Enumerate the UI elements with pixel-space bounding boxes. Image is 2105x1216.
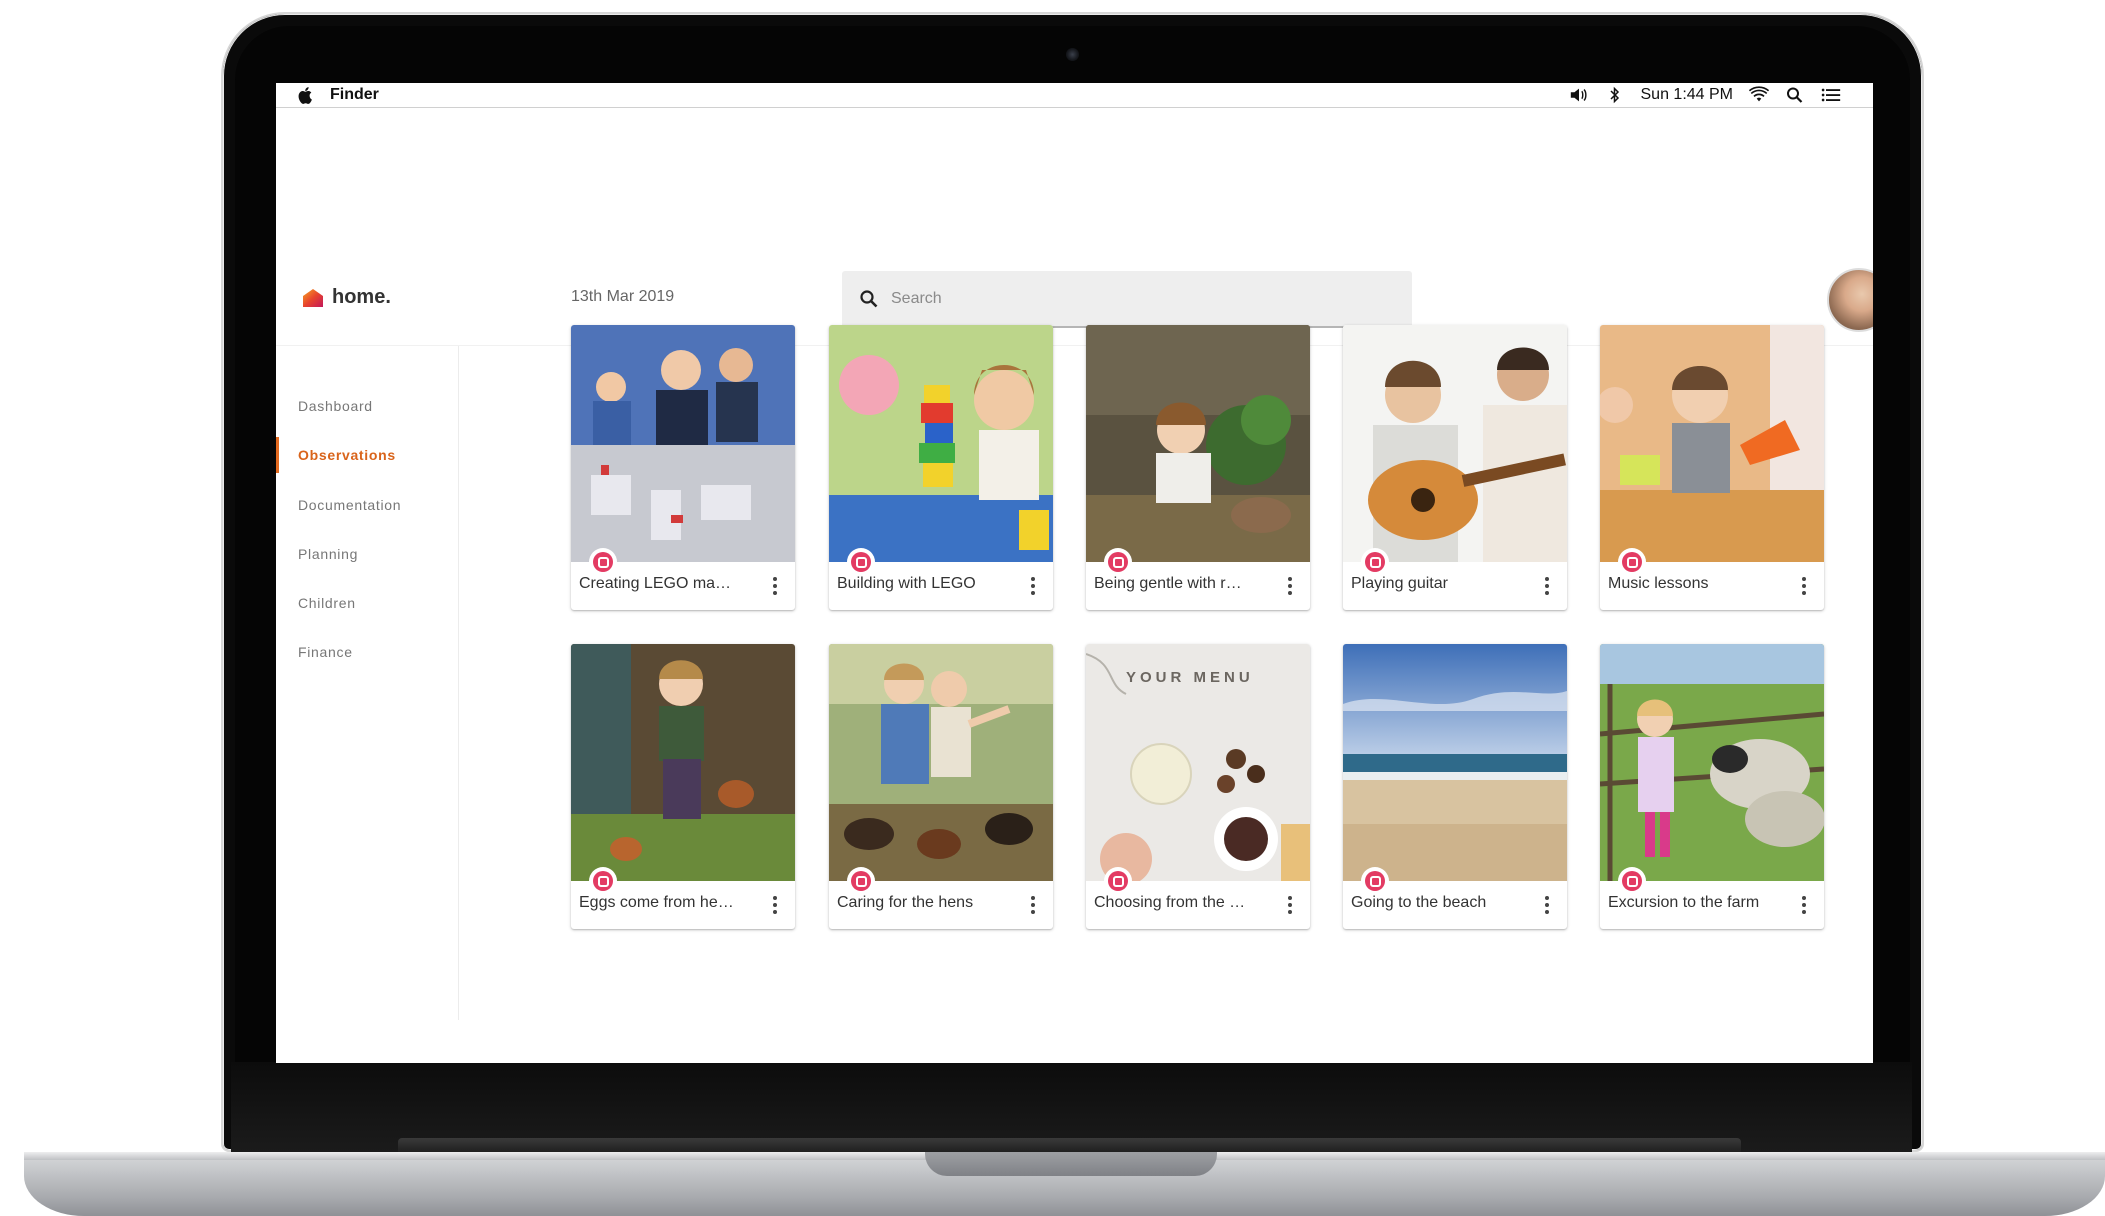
spotlight-icon[interactable] — [1785, 86, 1805, 104]
observation-photo[interactable] — [571, 644, 795, 881]
observation-card[interactable]: Creating LEGO ma… — [571, 325, 795, 610]
observation-badge-icon — [847, 867, 875, 895]
date-heading: 13th Mar 2019 — [571, 288, 675, 305]
more-vert-icon[interactable] — [1800, 577, 1808, 595]
house-logo-icon — [303, 288, 323, 307]
search-input[interactable] — [891, 289, 1361, 308]
brand-name: home. — [332, 286, 391, 308]
card-title[interactable]: Eggs come from he… — [579, 894, 747, 912]
observation-card[interactable]: Going to the beach — [1343, 644, 1567, 929]
observation-card[interactable]: Caring for the hens — [829, 644, 1053, 929]
card-title[interactable]: Building with LEGO — [837, 575, 1005, 593]
menubar-app-name[interactable]: Finder — [330, 86, 379, 104]
observation-photo[interactable] — [1086, 325, 1310, 562]
observation-card[interactable]: Eggs come from he… — [571, 644, 795, 929]
more-vert-icon[interactable] — [1543, 577, 1551, 595]
observation-card[interactable]: Being gentle with r… — [1086, 325, 1310, 610]
search-bar[interactable] — [842, 271, 1412, 328]
observation-card[interactable]: Playing guitar — [1343, 325, 1567, 610]
observation-badge-icon — [1361, 548, 1389, 576]
sidebar-item-children[interactable]: Children — [276, 585, 456, 621]
card-title[interactable]: Choosing from the … — [1094, 894, 1262, 912]
card-title[interactable]: Music lessons — [1608, 575, 1776, 593]
observation-badge-icon — [589, 867, 617, 895]
laptop-opening-notch — [925, 1152, 1217, 1176]
observation-card[interactable]: Music lessons — [1600, 325, 1824, 610]
screen: Finder Sun 1:44 PM home. Search Dashboar… — [276, 83, 1873, 1063]
menu-sign-text: YOUR MENU — [1126, 669, 1254, 686]
observation-photo[interactable]: YOUR MENU — [1086, 644, 1310, 881]
sidebar-item-dashboard[interactable]: Dashboard — [276, 388, 456, 424]
app-header: home. — [276, 109, 1873, 346]
observation-badge-icon — [1618, 548, 1646, 576]
more-vert-icon[interactable] — [1029, 896, 1037, 914]
card-title[interactable]: Creating LEGO ma… — [579, 575, 747, 593]
observation-card[interactable]: Excursion to the farm — [1600, 644, 1824, 929]
card-title[interactable]: Playing guitar — [1351, 575, 1519, 593]
menubar-clock[interactable]: Sun 1:44 PM — [1641, 86, 1734, 104]
wifi-icon[interactable] — [1749, 86, 1769, 104]
observation-badge-icon — [589, 548, 617, 576]
card-title[interactable]: Going to the beach — [1351, 894, 1519, 912]
brand-logo[interactable]: home. — [302, 286, 391, 309]
mac-menubar: Finder Sun 1:44 PM — [276, 83, 1873, 108]
more-vert-icon[interactable] — [1543, 896, 1551, 914]
observation-badge-icon — [847, 548, 875, 576]
observation-badge-icon — [1361, 867, 1389, 895]
more-vert-icon[interactable] — [771, 577, 779, 595]
sidebar-item-documentation[interactable]: Documentation — [276, 487, 456, 523]
card-title[interactable]: Being gentle with r… — [1094, 575, 1262, 593]
card-title[interactable]: Caring for the hens — [837, 894, 1005, 912]
observation-photo[interactable] — [1600, 325, 1824, 562]
sidebar-nav: Dashboard Observations Documentation Pla… — [276, 346, 459, 1020]
volume-icon[interactable] — [1569, 86, 1589, 104]
observation-photo[interactable] — [1343, 325, 1567, 562]
sidebar-item-finance[interactable]: Finance — [276, 634, 456, 670]
more-vert-icon[interactable] — [1800, 896, 1808, 914]
observation-badge-icon — [1618, 867, 1646, 895]
sidebar-item-planning[interactable]: Planning — [276, 536, 456, 572]
observation-card[interactable]: Building with LEGO — [829, 325, 1053, 610]
laptop-hinge — [398, 1138, 1741, 1152]
search-icon — [860, 289, 878, 307]
apple-icon[interactable] — [296, 85, 316, 105]
sidebar-item-observations[interactable]: Observations — [276, 437, 456, 473]
bluetooth-icon[interactable] — [1605, 86, 1625, 104]
observation-badge-icon — [1104, 548, 1132, 576]
observation-card[interactable]: YOUR MENU Choosing from the … — [1086, 644, 1310, 929]
notification-list-icon[interactable] — [1821, 86, 1841, 104]
observation-photo[interactable] — [1600, 644, 1824, 881]
observation-photo[interactable] — [829, 644, 1053, 881]
webcam — [1066, 48, 1079, 61]
observation-badge-icon — [1104, 867, 1132, 895]
more-vert-icon[interactable] — [1286, 577, 1294, 595]
observation-photo[interactable] — [1343, 644, 1567, 881]
card-title[interactable]: Excursion to the farm — [1608, 894, 1776, 912]
more-vert-icon[interactable] — [771, 896, 779, 914]
observation-photo[interactable] — [571, 325, 795, 562]
more-vert-icon[interactable] — [1029, 577, 1037, 595]
observation-photo[interactable] — [829, 325, 1053, 562]
menubar-status-area: Sun 1:44 PM — [1569, 86, 1842, 104]
more-vert-icon[interactable] — [1286, 896, 1294, 914]
user-avatar[interactable] — [1827, 268, 1873, 332]
